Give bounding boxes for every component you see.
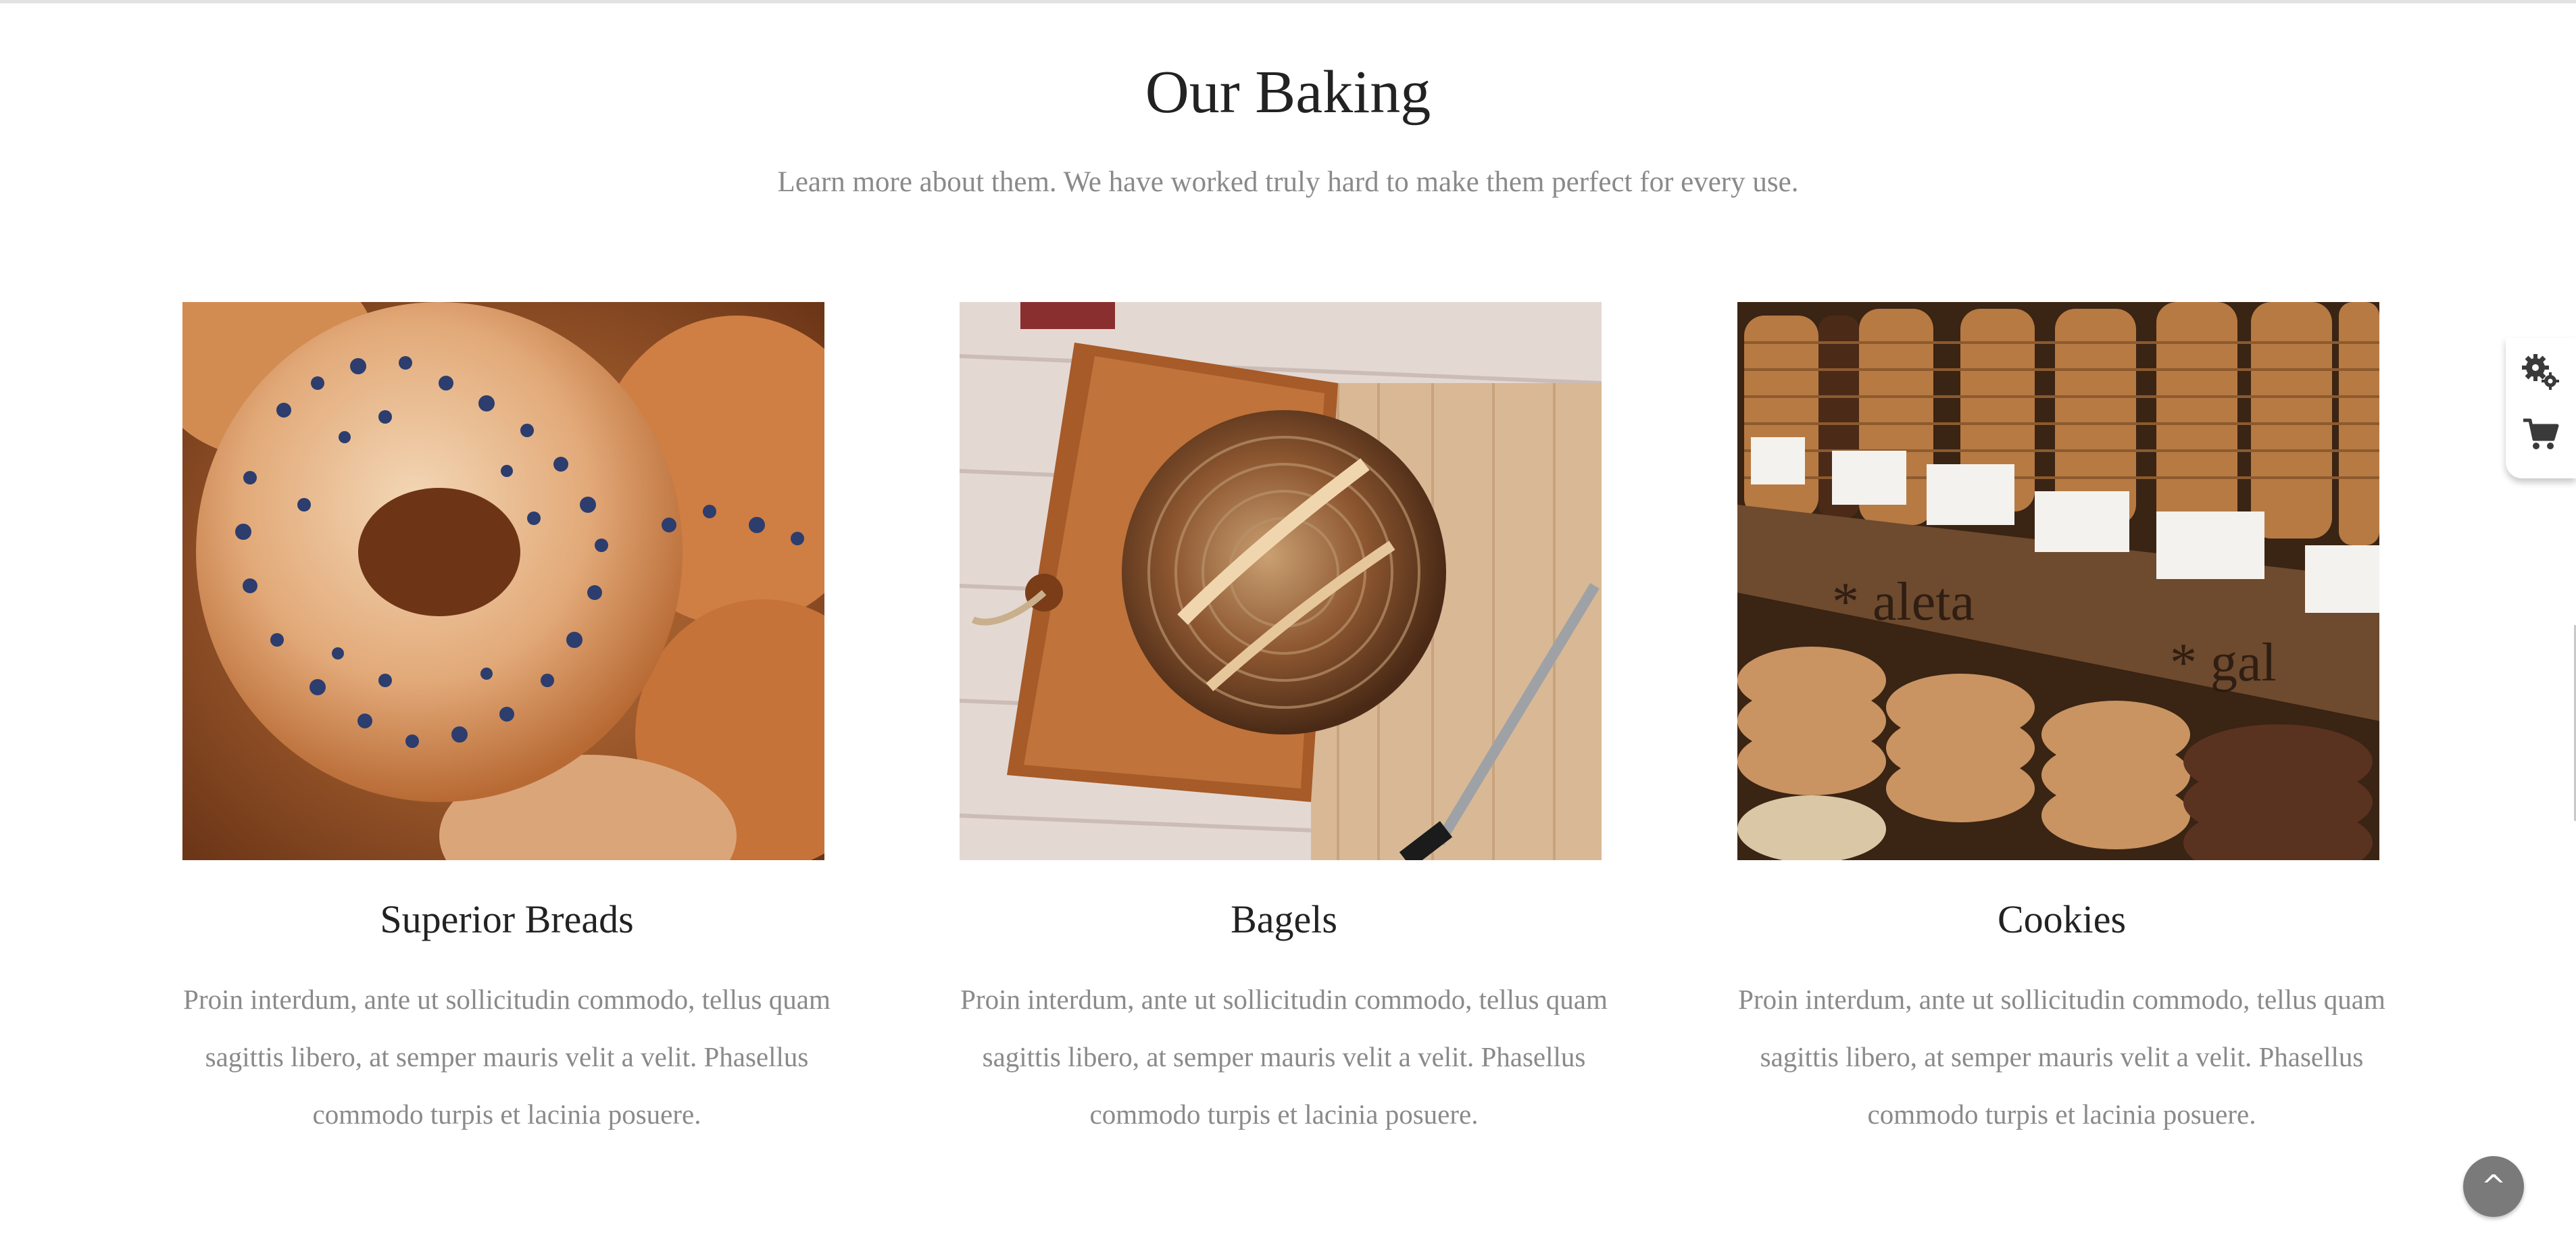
card-image-link[interactable] (182, 302, 824, 860)
section-subtitle: Learn more about them. We have worked tr… (777, 166, 1799, 198)
back-to-top-button[interactable]: ^ (2463, 1156, 2524, 1217)
bagel-photo (182, 302, 824, 860)
card-title: Cookies (1997, 897, 2127, 941)
cart-button[interactable] (2521, 414, 2561, 454)
bread-photo (960, 302, 1602, 860)
cookies-photo: * aleta * gal (1737, 302, 2379, 860)
svg-text:* aleta: * aleta (1832, 572, 1975, 632)
card-description: Proin interdum, ante ut sollicitudin com… (960, 984, 1608, 1130)
section-title: Our Baking (1145, 59, 1431, 126)
card-title: Superior Breads (380, 897, 634, 941)
card-title: Bagels (1231, 897, 1337, 941)
card-image-link[interactable]: * aleta * gal (1737, 302, 2379, 860)
shopping-cart-icon (2523, 418, 2559, 449)
card-image-link[interactable] (960, 302, 1602, 860)
gears-icon (2522, 354, 2559, 390)
settings-button[interactable] (2521, 351, 2561, 392)
top-divider (0, 0, 2576, 3)
card-description: Proin interdum, ante ut sollicitudin com… (183, 984, 831, 1130)
card-description: Proin interdum, ante ut sollicitudin com… (1738, 984, 2385, 1130)
page: Our Baking Learn more about them. We hav… (0, 0, 2576, 1248)
side-tool-panel (2506, 338, 2576, 478)
svg-text:* gal: * gal (2170, 633, 2277, 693)
